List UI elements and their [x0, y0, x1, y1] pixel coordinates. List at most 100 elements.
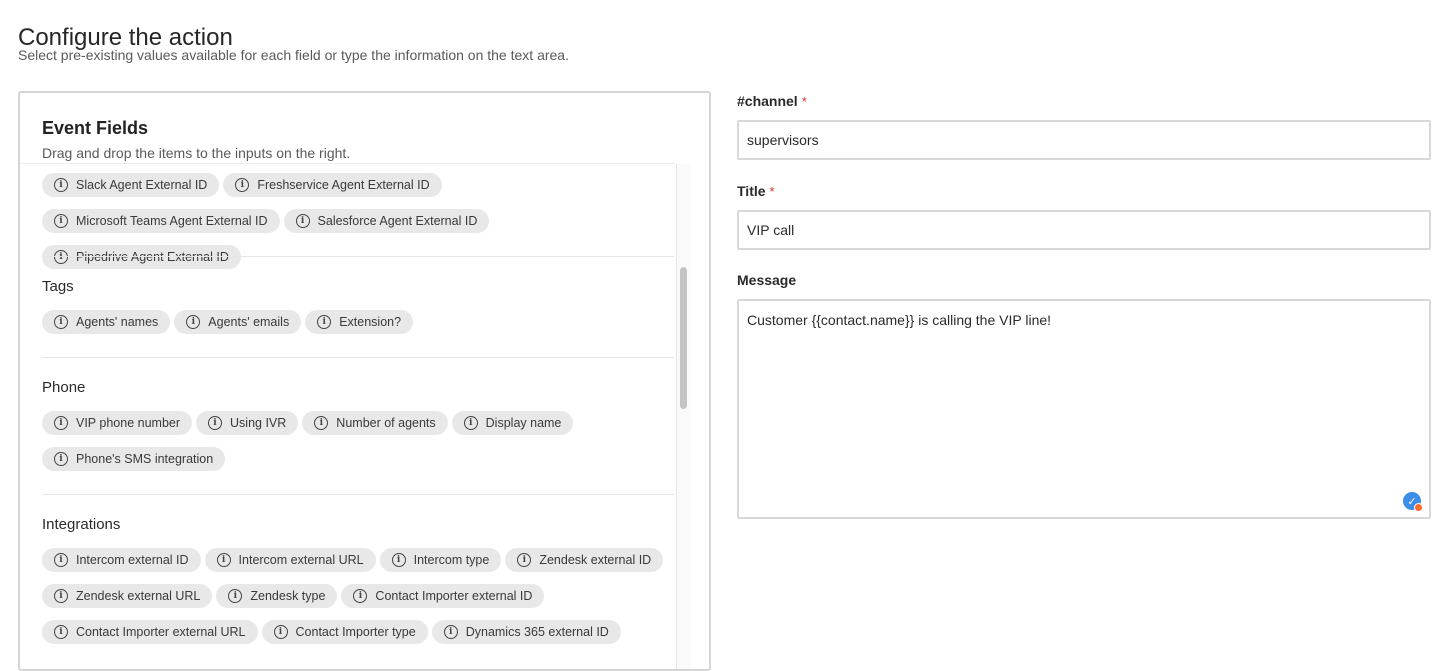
message-textarea[interactable]: Customer {{contact.name}} is calling the…: [737, 299, 1431, 519]
event-fields-title: Event Fields: [42, 118, 149, 138]
field-chip-label: Number of agents: [336, 416, 436, 430]
field-chip[interactable]: i Zendesk external URL: [42, 584, 213, 608]
info-icon: i: [295, 214, 310, 228]
info-icon: i: [54, 625, 68, 639]
group-title: Phone: [42, 379, 86, 396]
group-title: Tags: [42, 278, 74, 295]
page-subtitle: Select pre-existing values available for…: [18, 47, 569, 63]
field-chip[interactable]: i Agents' names: [42, 310, 171, 334]
field-chip-label: Agents' emails: [208, 315, 290, 329]
field-chip-label: Zendesk type: [250, 589, 326, 603]
field-chip-label: Contact Importer type: [295, 625, 416, 639]
field-chip-label: Intercom external ID: [76, 553, 189, 567]
field-chip[interactable]: i Zendesk type: [216, 584, 338, 608]
info-icon: i: [353, 589, 368, 603]
field-chip-label: Phone's SMS integration: [76, 452, 214, 466]
field-chip-label: Microsoft Teams Agent External ID: [76, 214, 268, 228]
group-title: Integrations: [42, 516, 121, 533]
chip-list: i Intercom external ID i Intercom external …: [42, 548, 674, 644]
scrollbar-track[interactable]: [676, 164, 691, 669]
field-chip[interactable]: i Freshservice Agent External ID: [223, 173, 442, 197]
group-integrations: Integrations i Intercom external ID i Inter…: [42, 516, 674, 644]
info-icon: i: [54, 214, 68, 228]
grammar-alert-dot: [1414, 503, 1423, 512]
channel-label-text: #channel: [737, 93, 798, 109]
required-mark: *: [769, 184, 775, 199]
info-icon: i: [208, 416, 223, 430]
field-chip-label: Pipedrive Agent External ID: [76, 250, 229, 264]
info-icon: i: [54, 452, 68, 466]
chip-list: i VIP phone number i Using IVR i Number of ag…: [42, 411, 674, 471]
field-chip-label: Contact Importer external URL: [76, 625, 246, 639]
group-divider: [42, 256, 674, 257]
message-label: Message: [737, 272, 797, 288]
group-agent-external-ids: i Slack Agent External ID i Freshservice Ag…: [42, 173, 674, 269]
event-fields-panel: Event Fields Drag and drop the items to …: [18, 91, 711, 671]
field-chip-label: Dynamics 365 external ID: [465, 625, 609, 639]
group-phone: Phone i VIP phone number i Using IVR i Number…: [42, 379, 674, 471]
grammar-check-icon[interactable]: ✓: [1403, 492, 1423, 512]
info-icon: i: [317, 315, 332, 329]
info-icon: i: [54, 315, 68, 329]
field-chip[interactable]: i Phone's SMS integration: [42, 447, 226, 471]
field-chip[interactable]: i Contact Importer type: [261, 620, 428, 644]
info-icon: i: [463, 416, 478, 430]
field-chip-label: VIP phone number: [76, 416, 181, 430]
field-chip[interactable]: i Display name: [451, 411, 574, 435]
info-icon: i: [273, 625, 288, 639]
info-icon: i: [216, 553, 231, 567]
field-chip[interactable]: i Slack Agent External ID: [42, 173, 220, 197]
field-chip-label: Salesforce Agent External ID: [317, 214, 478, 228]
info-icon: i: [517, 553, 532, 567]
group-tags: Tags i Agents' names i Agents' emails i Exten…: [42, 278, 674, 334]
required-mark: *: [801, 94, 807, 109]
info-icon: i: [54, 250, 68, 264]
field-chip[interactable]: i Dynamics 365 external ID: [431, 620, 621, 644]
field-chip-label: Intercom type: [413, 553, 490, 567]
event-fields-list[interactable]: i Slack Agent External ID i Freshservice Ag…: [42, 164, 674, 669]
field-chip[interactable]: i Using IVR: [196, 411, 299, 435]
field-chip[interactable]: i Contact Importer external URL: [42, 620, 258, 644]
info-icon: i: [186, 315, 201, 329]
info-icon: i: [391, 553, 406, 567]
field-chip[interactable]: i Pipedrive Agent External ID: [42, 245, 241, 269]
group-divider: [42, 494, 674, 495]
field-chip-label: Using IVR: [230, 416, 287, 430]
chip-list: i Slack Agent External ID i Freshservice Ag…: [42, 173, 674, 269]
field-chip[interactable]: i Intercom external ID: [42, 548, 201, 572]
channel-label: #channel *: [737, 93, 807, 109]
field-chip[interactable]: i Microsoft Teams Agent External ID: [42, 209, 280, 233]
channel-input[interactable]: [737, 120, 1431, 160]
field-chip-label: Zendesk external ID: [539, 553, 652, 567]
field-chip[interactable]: i Agents' emails: [174, 310, 302, 334]
field-chip-label: Contact Importer external ID: [375, 589, 533, 603]
field-chip-label: Intercom external URL: [238, 553, 364, 567]
field-chip[interactable]: i Salesforce Agent External ID: [283, 209, 490, 233]
title-label: Title *: [737, 183, 775, 199]
info-icon: i: [54, 416, 68, 430]
info-icon: i: [443, 625, 458, 639]
info-icon: i: [54, 589, 68, 603]
info-icon: i: [228, 589, 243, 603]
title-label-text: Title: [737, 183, 766, 199]
field-chip[interactable]: i VIP phone number: [42, 411, 193, 435]
group-divider: [42, 357, 674, 358]
scrollbar-thumb[interactable]: [680, 267, 687, 409]
field-chip-label: Freshservice Agent External ID: [257, 178, 430, 192]
info-icon: i: [235, 178, 250, 192]
field-chip-label: Extension?: [339, 315, 402, 329]
info-icon: i: [54, 553, 68, 567]
info-icon: i: [314, 416, 329, 430]
info-icon: i: [54, 178, 68, 192]
title-input[interactable]: [737, 210, 1431, 250]
field-chip-label: Zendesk external URL: [76, 589, 201, 603]
field-chip[interactable]: i Extension?: [305, 310, 414, 334]
chip-list: i Agents' names i Agents' emails i Extension?: [42, 310, 674, 334]
field-chip[interactable]: i Intercom type: [379, 548, 502, 572]
field-chip-label: Slack Agent External ID: [76, 178, 208, 192]
field-chip[interactable]: i Contact Importer external ID: [341, 584, 545, 608]
field-chip[interactable]: i Zendesk external ID: [505, 548, 664, 572]
field-chip-label: Agents' names: [76, 315, 159, 329]
field-chip[interactable]: i Intercom external URL: [204, 548, 376, 572]
field-chip[interactable]: i Number of agents: [302, 411, 448, 435]
